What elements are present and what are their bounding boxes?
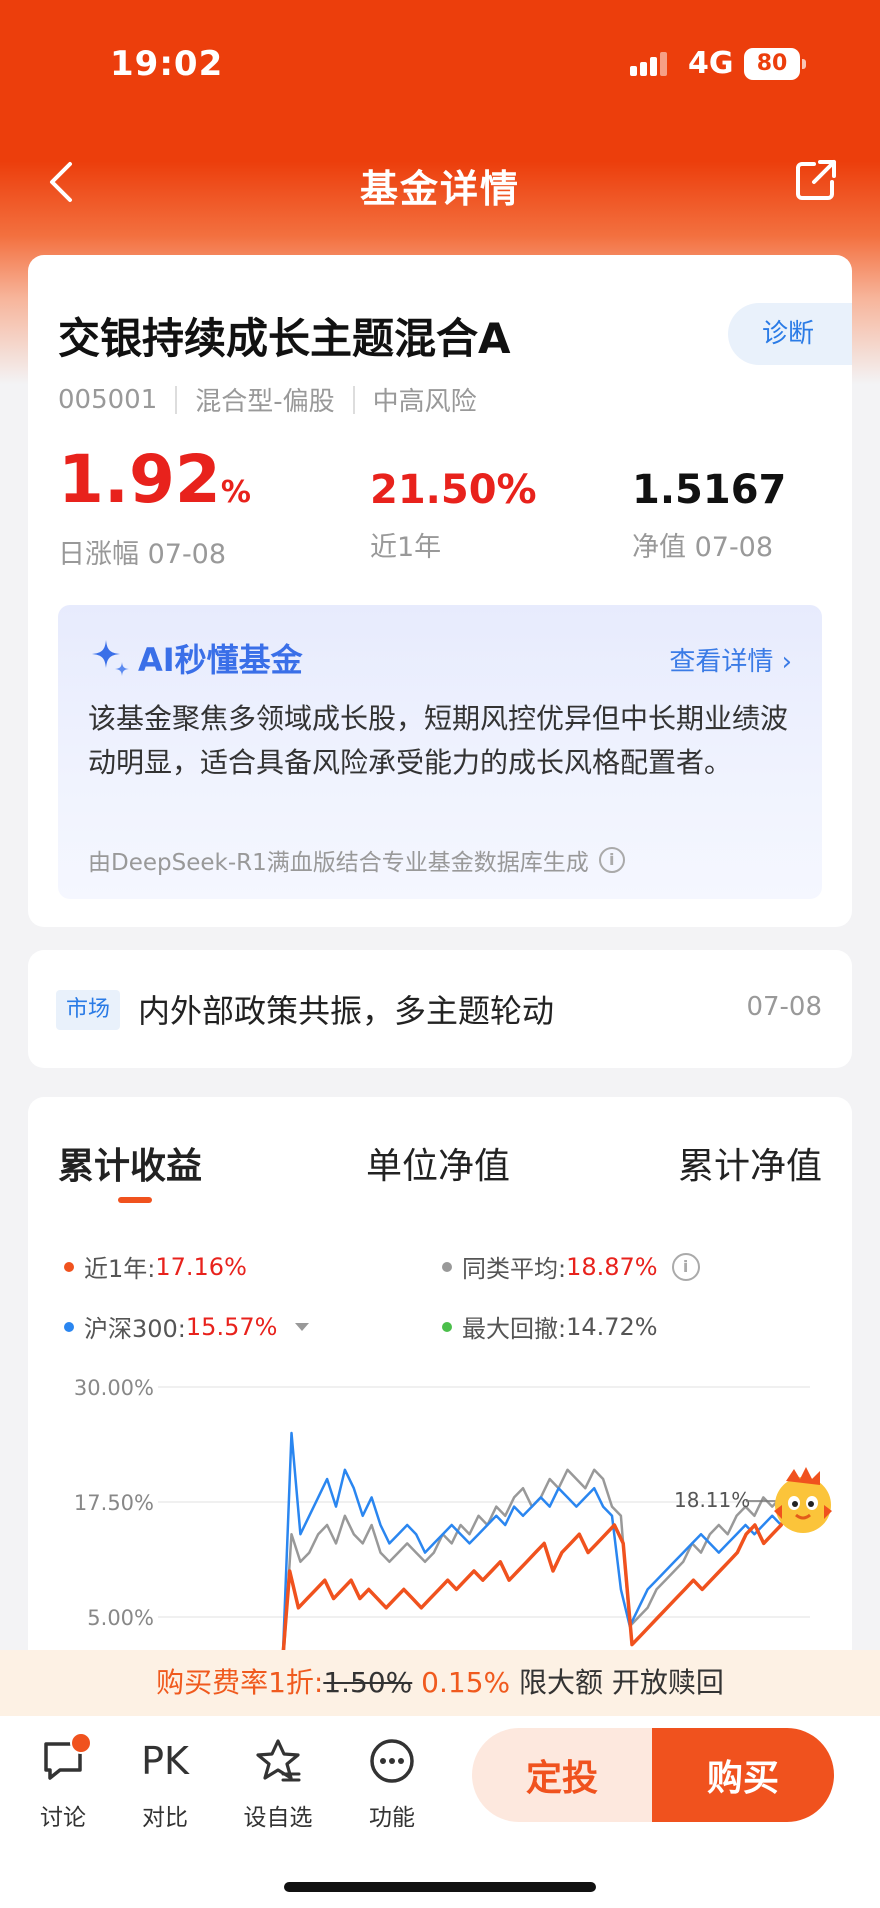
- divider: [352, 385, 355, 414]
- news-date: 07-08: [746, 992, 822, 1022]
- nav-bar: 基金详情: [0, 140, 880, 220]
- fund-type: 混合型-偏股: [195, 387, 335, 417]
- share-icon[interactable]: [794, 158, 838, 202]
- ai-footer-text: 由DeepSeek-R1满血版结合专业基金数据库生成: [88, 850, 589, 876]
- y-tick-label: 17.50%: [74, 1491, 154, 1515]
- fund-risk: 中高风险: [372, 387, 477, 417]
- page-title: 基金详情: [359, 167, 520, 211]
- mascot-icon[interactable]: [766, 1465, 840, 1539]
- ai-title-text: AI秒懂基金: [138, 641, 303, 679]
- news-tag: 市场: [56, 990, 121, 1030]
- watchlist-button[interactable]: 设自选: [233, 1734, 323, 1832]
- one-year-value: 21.50%: [370, 467, 537, 513]
- return-chart[interactable]: 30.00% 17.50% 5.00% 18.11%: [28, 1097, 852, 1657]
- notification-dot: [70, 1732, 92, 1754]
- fund-meta: 005001 混合型-偏股 中高风险: [58, 381, 477, 418]
- news-headline: 内外部政策共振，多主题轮动: [138, 992, 555, 1030]
- discuss-label: 讨论: [40, 1805, 86, 1831]
- divider: [175, 385, 178, 414]
- fee-prefix: 购买费率1折:: [156, 1666, 324, 1699]
- ai-footer: 由DeepSeek-R1满血版结合专业基金数据库生成 i: [88, 843, 625, 877]
- action-buttons: 定投 购买: [472, 1728, 834, 1822]
- fee-banner[interactable]: 购买费率1折:1.50% 0.15% 限大额 开放赎回: [0, 1650, 880, 1716]
- ai-summary-text: 该基金聚焦多领域成长股，短期风控优异但中长期业绩波动明显，适合具备风险承受能力的…: [88, 702, 789, 779]
- fee-suffix: 限大额 开放赎回: [519, 1666, 724, 1699]
- daily-change-label: 日涨幅 07-08: [58, 539, 227, 570]
- auto-invest-button[interactable]: 定投: [472, 1728, 652, 1822]
- nav-value: 1.5167: [632, 467, 787, 513]
- chevron-right-icon: ›: [781, 647, 792, 677]
- chart-annotation: 18.11%: [674, 1488, 750, 1512]
- ai-summary-box[interactable]: AI秒懂基金 查看详情 › 该基金聚焦多领域成长股，短期风控优异但中长期业绩波动…: [58, 605, 822, 899]
- bottom-toolbar: 讨论 PK 对比 设自选 功能 定投 购买: [0, 1716, 880, 1834]
- pk-icon: PK: [141, 1739, 189, 1783]
- status-bar: 19:02 4G 80: [0, 0, 880, 120]
- ai-detail-link-text: 查看详情: [669, 647, 774, 677]
- buy-button[interactable]: 购买: [652, 1728, 834, 1822]
- diagnose-button[interactable]: 诊断: [728, 303, 852, 365]
- signal-icon: [630, 52, 667, 76]
- y-tick-label: 5.00%: [87, 1606, 154, 1630]
- fee-discounted: 0.15%: [421, 1666, 511, 1699]
- market-news-card[interactable]: 市场 内外部政策共振，多主题轮动 07-08: [28, 950, 852, 1068]
- compare-button[interactable]: PK 对比: [120, 1734, 210, 1832]
- series-line-0: [281, 1505, 792, 1650]
- status-time: 19:02: [110, 44, 224, 84]
- home-indicator-area: [0, 1834, 880, 1908]
- fund-code: 005001: [58, 384, 158, 415]
- network-type: 4G: [688, 46, 734, 81]
- ai-title: AI秒懂基金: [88, 635, 303, 681]
- more-functions-button[interactable]: 功能: [347, 1734, 437, 1832]
- info-icon[interactable]: i: [598, 847, 625, 873]
- daily-change-value: 1.92: [58, 441, 221, 518]
- daily-change-stat: 1.92% 日涨幅 07-08: [58, 445, 251, 571]
- ai-detail-link[interactable]: 查看详情 ›: [669, 641, 792, 678]
- compare-label: 对比: [142, 1805, 188, 1831]
- star-icon: [256, 1739, 301, 1782]
- fund-summary-card: 交银持续成长主题混合A 诊断 005001 混合型-偏股 中高风险 1.92% …: [28, 255, 852, 927]
- one-year-stat: 21.50% 近1年: [370, 465, 537, 564]
- watchlist-label: 设自选: [243, 1805, 313, 1831]
- more-label: 功能: [369, 1805, 415, 1831]
- y-tick-label: 30.00%: [74, 1376, 154, 1400]
- nav-stat: 1.5167 净值 07-08: [632, 465, 786, 564]
- discuss-button[interactable]: 讨论: [18, 1732, 108, 1832]
- daily-change-unit: %: [220, 475, 251, 510]
- home-indicator[interactable]: [284, 1882, 596, 1892]
- one-year-label: 近1年: [370, 532, 442, 563]
- more-icon: [370, 1739, 414, 1783]
- fee-original: 1.50%: [323, 1666, 413, 1699]
- nav-label: 净值 07-08: [632, 532, 774, 563]
- battery-icon: 80: [744, 48, 806, 80]
- fund-name: 交银持续成长主题混合A: [58, 314, 511, 363]
- sparkle-icon: [92, 640, 129, 676]
